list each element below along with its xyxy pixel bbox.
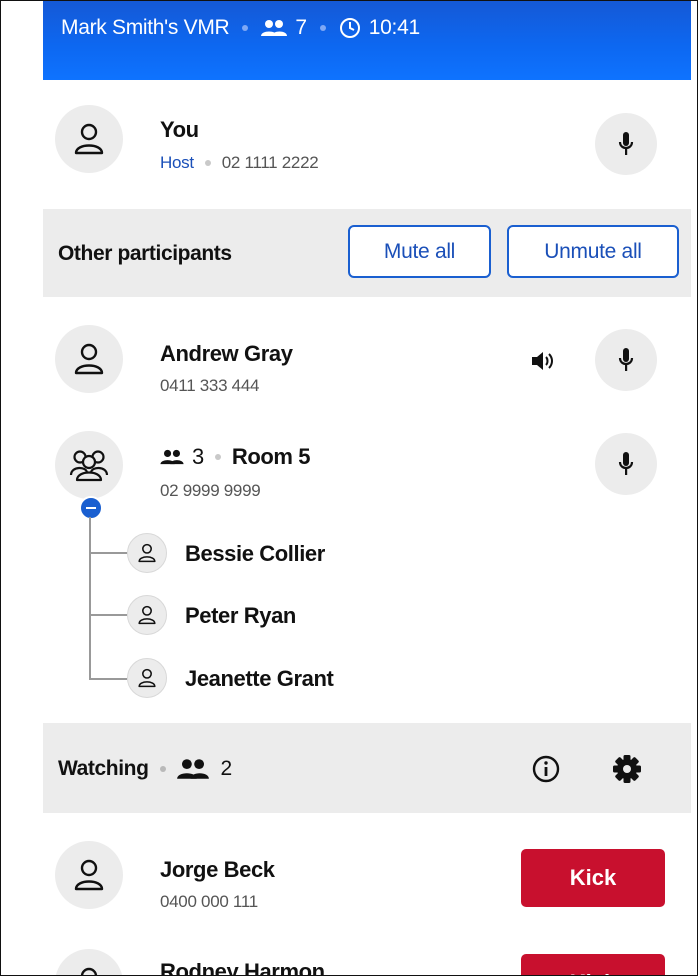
host-badge: Host [160,153,194,172]
room-phone: 02 9999 9999 [160,481,261,500]
clock-icon [339,17,361,39]
person-icon [138,668,156,688]
separator-dot [214,454,221,460]
participant-phone: 0411 333 444 [160,376,260,395]
member-avatar [127,595,167,635]
microphone-icon [618,132,634,155]
kick-button[interactable]: Kick [521,954,665,975]
meeting-time: 10:41 [368,16,420,39]
separator-dot [319,25,326,31]
tree-connector [89,517,91,680]
info-button[interactable] [532,755,560,788]
room-member-name: Peter Ryan [185,603,296,628]
minus-icon [86,507,96,509]
self-avatar [55,105,123,173]
member-avatar [127,533,167,573]
room-name: Room 5 [231,444,311,469]
app-frame: Mark Smith's VMR 7 10:41 You Host 02 111… [0,0,698,976]
room-member-name: Bessie Collier [185,541,325,566]
speaker-icon [531,350,555,377]
microphone-icon [618,452,634,475]
self-mic-button[interactable] [595,113,657,175]
people-icon [160,449,184,465]
mute-all-button[interactable]: Mute all [348,225,491,278]
group-icon [69,450,109,482]
viewer-name: Jorge Beck [160,857,275,882]
separator-dot [159,766,166,772]
header-bar: Mark Smith's VMR 7 10:41 [43,1,691,80]
microphone-icon [618,348,634,371]
room-mic-button[interactable] [595,433,657,495]
room-title: 3 Room 5 [160,444,311,470]
self-name: You [160,117,199,142]
watching-title: Watching 2 [58,757,232,781]
viewer-avatar [55,949,123,975]
person-icon [74,859,104,891]
self-details: Host 02 1111 2222 [160,153,319,173]
other-participants-header: Other participants Mute all Unmute all [43,209,691,297]
person-icon [80,967,98,975]
kick-button[interactable]: Kick [521,849,665,907]
vmr-title: Mark Smith's VMR [61,16,230,39]
watching-label: Watching [58,757,149,780]
participant-name: Andrew Gray [160,341,293,366]
room-avatar [55,431,123,499]
gear-icon [613,755,641,783]
people-icon [176,758,209,780]
participant-avatar [55,325,123,393]
participant-mic-button[interactable] [595,329,657,391]
person-icon [138,605,156,625]
vmr-panel: Mark Smith's VMR 7 10:41 You Host 02 111… [43,1,691,976]
person-icon [74,343,104,375]
separator-dot [242,25,249,31]
viewer-name: Rodney Harmon [160,959,325,976]
person-icon [74,123,104,155]
viewer-avatar [55,841,123,909]
room-member-name: Jeanette Grant [185,666,334,691]
people-icon [261,19,288,37]
section-title: Other participants [58,242,232,265]
separator-dot [204,160,211,166]
info-icon [532,755,560,783]
watching-count: 2 [220,757,233,780]
person-icon [138,543,156,563]
tree-branch [89,614,127,616]
member-avatar [127,658,167,698]
viewer-phone: 0400 000 111 [160,892,258,911]
room-count: 3 [192,444,204,469]
collapse-group-toggle[interactable] [79,496,103,520]
self-phone: 02 1111 2222 [221,153,319,172]
settings-button[interactable] [612,754,642,789]
unmute-all-button[interactable]: Unmute all [507,225,679,278]
participant-count: 7 [295,16,307,39]
watching-header: Watching 2 [43,723,691,813]
tree-branch [89,552,127,554]
tree-branch [89,678,127,680]
